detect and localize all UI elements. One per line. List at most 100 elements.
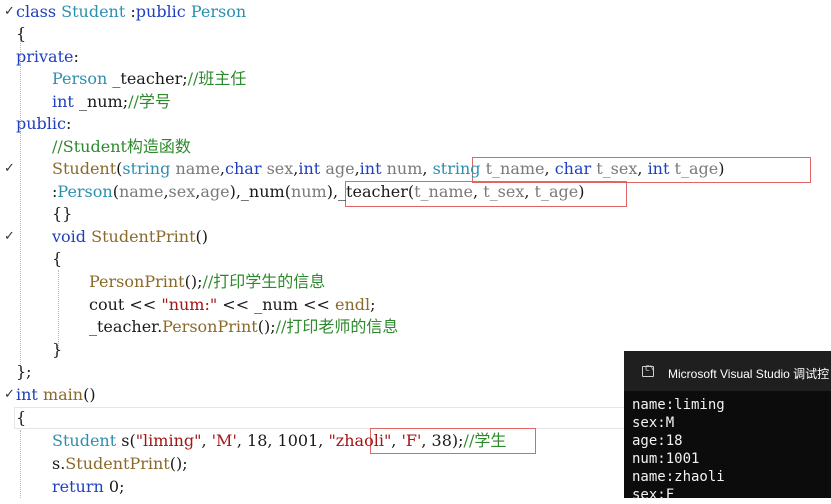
code-token: { [16, 408, 27, 427]
code-token: Person [52, 69, 108, 88]
code-token: string [432, 159, 481, 178]
code-token: { [52, 249, 63, 268]
console-line: age:18 [632, 433, 683, 449]
code-token: s. [52, 454, 66, 473]
code-line[interactable]: Person _teacher;//班主任 [0, 68, 831, 90]
code-text: return 0; [52, 476, 124, 498]
code-line[interactable]: int _num;//学号 [0, 91, 831, 113]
code-line[interactable]: private: [0, 46, 831, 68]
code-token: : [73, 47, 79, 66]
code-line[interactable]: cout << "num:" << _num << endl; [0, 294, 831, 316]
code-token: "liming" [135, 431, 202, 450]
debug-console-window[interactable]: C\ Microsoft Visual Studio 调试控 name:limi… [624, 351, 831, 503]
code-token: , [637, 159, 648, 178]
code-token: Student [52, 431, 117, 450]
code-token: _teacher( [338, 182, 415, 201]
code-token: int [298, 159, 321, 178]
code-text: { [16, 407, 26, 429]
fold-marker[interactable]: ✓ [4, 1, 15, 23]
console-title-bar[interactable]: C\ Microsoft Visual Studio 调试控 [624, 351, 831, 391]
code-token: private [16, 47, 74, 66]
code-text: }; [16, 361, 32, 383]
code-token: Person [190, 2, 247, 21]
code-token: num [290, 182, 327, 201]
code-token: , [544, 159, 555, 178]
code-token: char [225, 159, 262, 178]
code-token: t_name [414, 182, 474, 201]
code-text: Student s("liming", 'M', 18, 1001, "zhao… [52, 430, 506, 452]
console-window-icon: C\ [642, 364, 655, 377]
code-token: , [422, 159, 433, 178]
code-token: << [129, 295, 157, 314]
code-token: (); [257, 317, 276, 336]
code-token: , 38); [421, 431, 464, 450]
console-line: sex:F [632, 487, 675, 503]
fold-marker[interactable]: ✓ [4, 384, 15, 406]
code-token: Person [57, 182, 113, 201]
console-icon-glyph: C\ [645, 364, 655, 373]
code-token: //班主任 [187, 69, 247, 88]
code-line[interactable]: {} [0, 203, 831, 225]
code-line[interactable]: //Student构造函数 [0, 136, 831, 158]
fold-marker[interactable]: ✓ [4, 226, 15, 248]
code-token: t_age [534, 182, 579, 201]
code-token: StudentPrint [91, 227, 196, 246]
code-line[interactable]: :Person(name,sex,age),_num(num),_teacher… [0, 181, 831, 203]
code-line[interactable]: ✓ class Student :public Person [0, 1, 831, 23]
code-line[interactable]: _teacher.PersonPrint();//打印老师的信息 [0, 316, 831, 338]
code-line[interactable]: { [0, 248, 831, 270]
code-token: endl [334, 295, 371, 314]
code-token: ; [370, 295, 376, 314]
code-line[interactable]: ✓ void StudentPrint() [0, 226, 831, 248]
code-token: (); [169, 454, 188, 473]
code-token: //Student构造函数 [52, 137, 191, 156]
code-text: _teacher.PersonPrint();//打印老师的信息 [89, 316, 398, 338]
code-token: int [359, 159, 382, 178]
code-token: () [83, 385, 96, 404]
code-token: int [647, 159, 670, 178]
code-token: int [16, 385, 38, 404]
console-title: Microsoft Visual Studio 调试控 [668, 367, 830, 381]
code-token: , [201, 431, 212, 450]
code-token: t_age [674, 159, 719, 178]
fold-marker[interactable]: ✓ [4, 158, 15, 180]
code-token: PersonPrint [89, 272, 185, 291]
code-token: ) [578, 182, 585, 201]
code-line[interactable]: { [0, 23, 831, 45]
code-token: : [125, 2, 136, 21]
code-token: StudentPrint [65, 454, 170, 473]
console-line: sex:M [632, 415, 675, 431]
code-token: , [524, 182, 535, 201]
code-token: sex [266, 159, 294, 178]
code-token: 'M' [211, 431, 237, 450]
code-line[interactable]: public: [0, 113, 831, 135]
code-text: //Student构造函数 [52, 136, 191, 158]
code-text: Person _teacher;//班主任 [52, 68, 246, 90]
code-token: string [122, 159, 171, 178]
code-token: age [325, 159, 355, 178]
code-text: { [52, 248, 62, 270]
code-token: char [554, 159, 592, 178]
code-token: ), [326, 182, 339, 201]
code-token: _teacher. [89, 317, 163, 336]
console-line: name:liming [632, 397, 725, 413]
code-token: void [52, 227, 87, 246]
code-token: 0; [103, 477, 125, 496]
code-line[interactable]: ✓ Student(string name,char sex,int age,in… [0, 158, 831, 180]
console-line: name:zhaoli [632, 469, 725, 485]
console-line: num:1001 [632, 451, 700, 467]
code-token: Student [61, 2, 126, 21]
code-line[interactable]: PersonPrint();//打印学生的信息 [0, 271, 831, 293]
code-token: num [386, 159, 423, 178]
code-token: _num; [73, 92, 129, 111]
code-token: { [16, 24, 27, 43]
code-token: t_name [485, 159, 545, 178]
code-token: "zhaoli" [328, 431, 392, 450]
code-token: class [16, 2, 57, 21]
code-text: void StudentPrint() [52, 226, 208, 248]
code-token: , [391, 431, 402, 450]
code-token: Student [52, 159, 117, 178]
code-token: PersonPrint [162, 317, 258, 336]
code-text: s.StudentPrint(); [52, 453, 188, 475]
code-token: age [200, 182, 230, 201]
